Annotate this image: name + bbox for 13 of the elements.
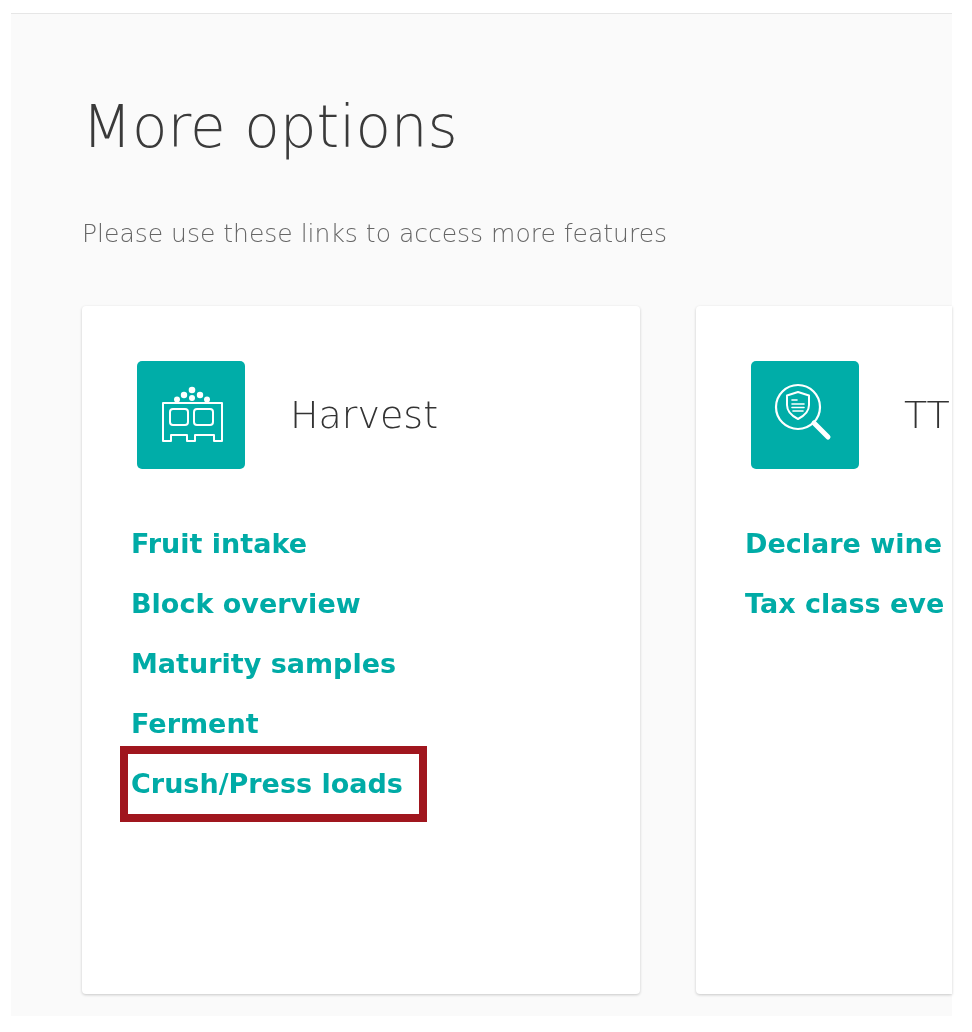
feature-link[interactable]: Ferment	[131, 707, 259, 741]
feature-link[interactable]: Block overview	[131, 587, 361, 621]
feature-link[interactable]: Fruit intake	[131, 527, 307, 561]
feature-link[interactable]: Tax class eve	[745, 587, 945, 621]
feature-link[interactable]: Maturity samples	[131, 647, 397, 681]
feature-link[interactable]: Crush/Press loads	[131, 767, 403, 801]
grape-bin-icon	[137, 361, 245, 469]
card-title: Harvest	[290, 392, 439, 438]
feature-link[interactable]: Declare wine	[745, 527, 942, 561]
page-title: More options	[82, 92, 458, 162]
card-title: TT	[904, 392, 950, 438]
page-subtitle: Please use these links to access more features	[82, 219, 668, 249]
shield-magnifier-icon	[751, 361, 859, 469]
